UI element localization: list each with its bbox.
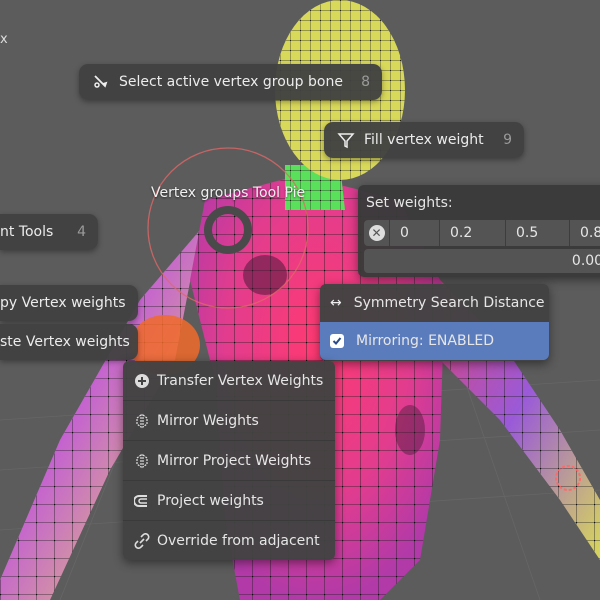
viewport-corner-text: x [0, 32, 8, 47]
pie-select-bone-button[interactable]: Select active vertex group bone 8 [79, 64, 382, 100]
set-weights-title: Set weights: [366, 195, 453, 211]
menu-item-label: Project weights [157, 492, 264, 509]
plus-circle-icon [133, 372, 151, 390]
pie-tools-label: nt Tools [0, 224, 54, 240]
menu-item-label: Transfer Vertex Weights [157, 372, 324, 389]
paste-vertex-weights-label: ste Vertex weights [0, 334, 130, 350]
project-icon [133, 492, 151, 510]
menu-item-label: Mirror Weights [157, 412, 259, 429]
mirroring-label: Mirroring: ENABLED [356, 333, 494, 349]
weight-button-0.8[interactable]: 0.8 [570, 220, 600, 246]
check-icon [332, 337, 342, 345]
mirroring-checkbox[interactable] [330, 334, 344, 348]
symmetry-search-distance-label: Symmetry Search Distance [353, 295, 545, 311]
mirroring-toggle[interactable]: Mirroring: ENABLED [320, 322, 549, 360]
weight-button-0[interactable]: 0 [390, 220, 440, 246]
arrows-horizontal-icon: ↔ [330, 295, 342, 311]
pie-tools-hotkey: 4 [77, 224, 86, 240]
symmetry-search-distance-button[interactable]: ↔ Symmetry Search Distance [320, 284, 549, 322]
pie-title: Vertex groups Tool Pie [151, 185, 306, 201]
weight-button-0.2[interactable]: 0.2 [440, 220, 506, 246]
weights-menu: Transfer Vertex Weights Mirror Weights M… [123, 361, 335, 560]
clear-weight-button[interactable]: ✕ [364, 220, 390, 246]
weight-buttons: ✕ 0 0.2 0.5 0.8 [364, 220, 600, 246]
menu-mirror-project-weights[interactable]: Mirror Project Weights [123, 441, 335, 481]
menu-item-label: Override from adjacent [157, 532, 320, 549]
menu-item-label: Mirror Project Weights [157, 452, 312, 469]
menu-project-weights[interactable]: Project weights [123, 481, 335, 521]
weight-value-field[interactable]: 0.000 [364, 249, 600, 273]
select-bone-icon [91, 72, 111, 92]
pie-fill-weight-hotkey: 9 [503, 132, 512, 148]
pie-select-bone-hotkey: 8 [361, 74, 370, 90]
copy-vertex-weights-label: py Vertex weights [0, 295, 126, 311]
menu-transfer-vertex-weights[interactable]: Transfer Vertex Weights [123, 361, 335, 401]
filter-funnel-icon [336, 130, 356, 150]
pie-fill-weight-label: Fill vertex weight [364, 132, 484, 148]
copy-vertex-weights-button[interactable]: py Vertex weights [0, 285, 138, 321]
mirror-icon [133, 412, 151, 430]
link-icon [133, 532, 151, 550]
weight-button-0.5[interactable]: 0.5 [506, 220, 570, 246]
mirror-icon [133, 452, 151, 470]
menu-override-from-adjacent[interactable]: Override from adjacent [123, 521, 335, 560]
pie-tools-button[interactable]: nt Tools 4 [0, 214, 98, 250]
pie-fill-weight-button[interactable]: Fill vertex weight 9 [324, 122, 524, 158]
symmetry-panel: ↔ Symmetry Search Distance Mirroring: EN… [320, 284, 549, 361]
set-weights-panel: Set weights: ✕ 0 0.2 0.5 0.8 0.000 [358, 185, 600, 277]
close-icon: ✕ [368, 225, 385, 241]
menu-mirror-weights[interactable]: Mirror Weights [123, 401, 335, 441]
pie-select-bone-label: Select active vertex group bone [119, 74, 343, 90]
paste-vertex-weights-button[interactable]: ste Vertex weights [0, 324, 138, 360]
